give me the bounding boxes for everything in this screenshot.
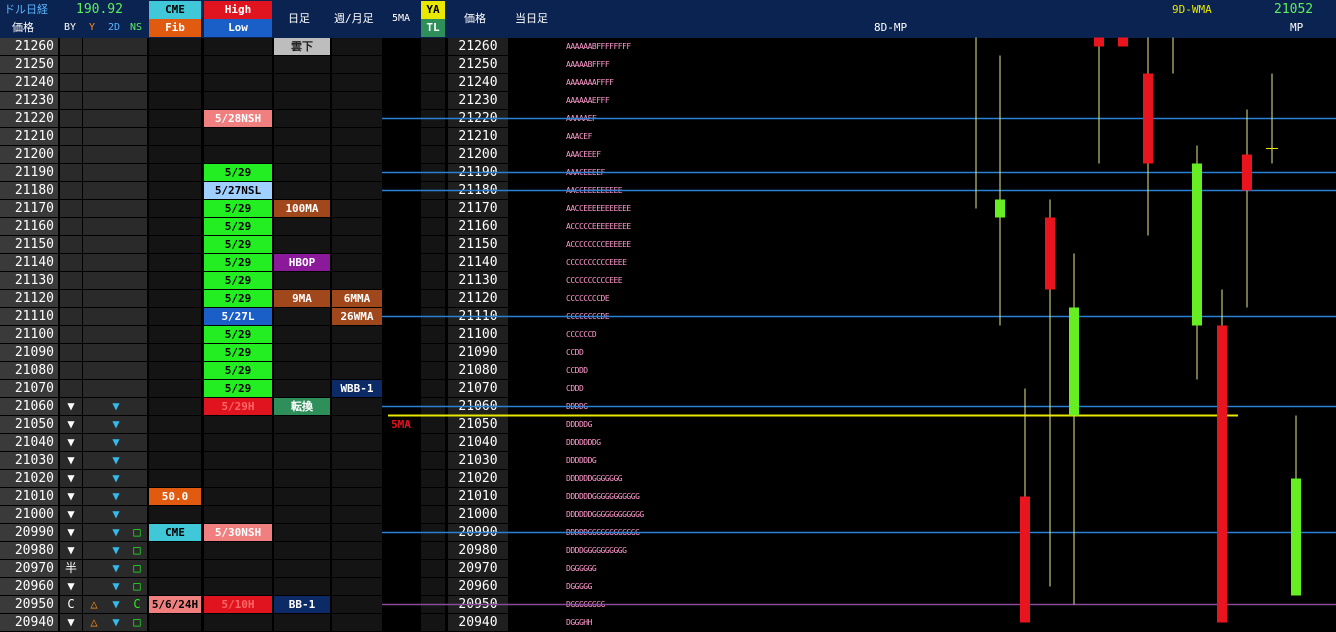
candle-body bbox=[995, 199, 1005, 218]
candle-body bbox=[1192, 163, 1202, 326]
candle-body bbox=[1217, 325, 1227, 623]
candle-body bbox=[1118, 37, 1128, 47]
candle-body bbox=[1069, 307, 1079, 416]
chart-overlay bbox=[382, 37, 1336, 623]
candle-body bbox=[1020, 496, 1030, 623]
candle-body bbox=[1094, 37, 1104, 47]
candle-body bbox=[1143, 73, 1153, 164]
candle-body bbox=[1045, 217, 1055, 290]
candle-body bbox=[1291, 478, 1301, 596]
candle-body bbox=[1242, 154, 1252, 191]
